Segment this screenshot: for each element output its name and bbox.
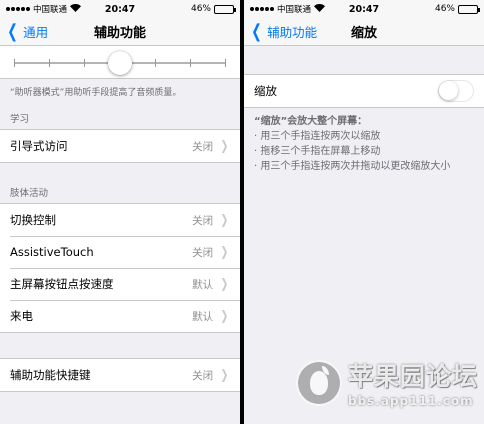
row-label: 来电	[10, 309, 33, 323]
zoom-screen: 中国联通 20:47 46% ❮ 辅助功能 缩放 缩放 “缩放”会放大整个屏幕：…	[244, 0, 484, 424]
slider-knob[interactable]	[108, 51, 132, 75]
battery-percent: 46%	[190, 4, 211, 14]
row-label: 辅助功能快捷键	[10, 368, 91, 382]
slider-tick	[49, 59, 51, 67]
home-click-speed-row[interactable]: 主屏幕按钮点按速度 默认 ❯	[0, 268, 240, 300]
hearing-aid-slider[interactable]	[14, 51, 226, 75]
battery-percent: 46%	[434, 4, 455, 14]
hearing-aid-slider-cell	[0, 46, 240, 79]
zoom-switch[interactable]	[438, 80, 474, 102]
learning-group: 引导式访问 关闭 ❯	[0, 129, 240, 163]
battery-icon	[458, 4, 480, 14]
zoom-description-line: · 拖移三个手指在屏幕上移动	[254, 146, 381, 157]
chevron-left-icon: ❮	[7, 20, 18, 42]
carrier-name: 中国联通	[33, 5, 68, 15]
zoom-group: 缩放	[244, 74, 484, 108]
row-label: 主屏幕按钮点按速度	[10, 277, 114, 291]
slider-tick	[84, 59, 86, 67]
chevron-right-icon: ❯	[220, 244, 229, 260]
wifi-icon	[70, 3, 82, 15]
status-bar: 中国联通 20:47 46%	[0, 0, 240, 18]
watermark-url: bbs.app111.com	[347, 394, 474, 408]
forum-watermark: 苹果园论坛 bbs.app111.com	[295, 357, 478, 408]
slider-tick	[225, 59, 226, 67]
row-label: 切换控制	[10, 213, 56, 227]
guided-access-row[interactable]: 引导式访问 关闭 ❯	[0, 130, 240, 162]
row-label: 引导式访问	[10, 139, 68, 153]
zoom-description-line: · 用三个手指连按两次并拖动以更改缩放大小	[254, 161, 451, 172]
carrier-name: 中国联通	[277, 5, 312, 15]
row-value: 关闭	[192, 369, 214, 382]
navigation-bar: ❮ 通用 辅助功能	[0, 18, 240, 46]
battery-icon	[214, 4, 236, 14]
zoom-description-heading: “缩放”会放大整个屏幕：	[254, 116, 368, 127]
zoom-description-line: · 用三个手指连按两次以缩放	[254, 131, 381, 142]
accessibility-screen: 中国联通 20:47 46% ❮ 通用 辅助功能 “助听器模式”用助听手段提高了…	[0, 0, 240, 424]
apple-logo-icon	[295, 359, 342, 406]
signal-icon	[6, 7, 30, 11]
back-label: 辅助功能	[267, 25, 318, 40]
status-bar: 中国联通 20:47 46%	[244, 0, 484, 18]
switch-knob	[439, 81, 458, 100]
zoom-toggle-row: 缩放	[244, 75, 484, 107]
chevron-right-icon: ❯	[220, 138, 229, 154]
chevron-right-icon: ❯	[220, 276, 229, 292]
chevron-right-icon: ❯	[220, 367, 229, 383]
row-value: 默认	[192, 278, 214, 291]
wifi-icon	[314, 3, 326, 15]
slider-tick	[14, 59, 15, 67]
back-button[interactable]: ❮ 辅助功能	[244, 22, 317, 41]
hearing-aid-footnote: “助听器模式”用助听手段提高了音频质量。	[10, 88, 182, 98]
row-value: 关闭	[192, 140, 214, 153]
accessibility-shortcut-row[interactable]: 辅助功能快捷键 关闭 ❯	[0, 359, 240, 391]
back-label: 通用	[23, 25, 49, 40]
watermark-title: 苹果园论坛	[347, 362, 478, 391]
chevron-left-icon: ❮	[251, 20, 262, 42]
row-value: 关闭	[192, 214, 214, 227]
row-label: AssistiveTouch	[10, 245, 94, 259]
assistivetouch-row[interactable]: AssistiveTouch 关闭 ❯	[0, 236, 240, 268]
row-value: 关闭	[192, 246, 214, 259]
chevron-right-icon: ❯	[220, 212, 229, 228]
incoming-calls-row[interactable]: 来电 默认 ❯	[0, 300, 240, 332]
signal-icon	[250, 7, 274, 11]
slider-tick	[189, 59, 191, 67]
switch-control-row[interactable]: 切换控制 关闭 ❯	[0, 204, 240, 236]
slider-tick	[154, 59, 156, 67]
section-header-physical: 肢体活动	[10, 188, 49, 199]
chevron-right-icon: ❯	[220, 308, 229, 324]
row-label: 缩放	[254, 84, 277, 98]
shortcut-group: 辅助功能快捷键 关闭 ❯	[0, 358, 240, 392]
section-header-learning: 学习	[10, 114, 30, 125]
row-value: 默认	[192, 310, 214, 323]
zoom-description: “缩放”会放大整个屏幕： · 用三个手指连按两次以缩放 · 拖移三个手指在屏幕上…	[244, 108, 484, 180]
back-button[interactable]: ❮ 通用	[0, 22, 48, 41]
navigation-bar: ❮ 辅助功能 缩放	[244, 18, 484, 46]
physical-group: 切换控制 关闭 ❯ AssistiveTouch 关闭 ❯ 主屏幕按钮点按速度 …	[0, 203, 240, 333]
